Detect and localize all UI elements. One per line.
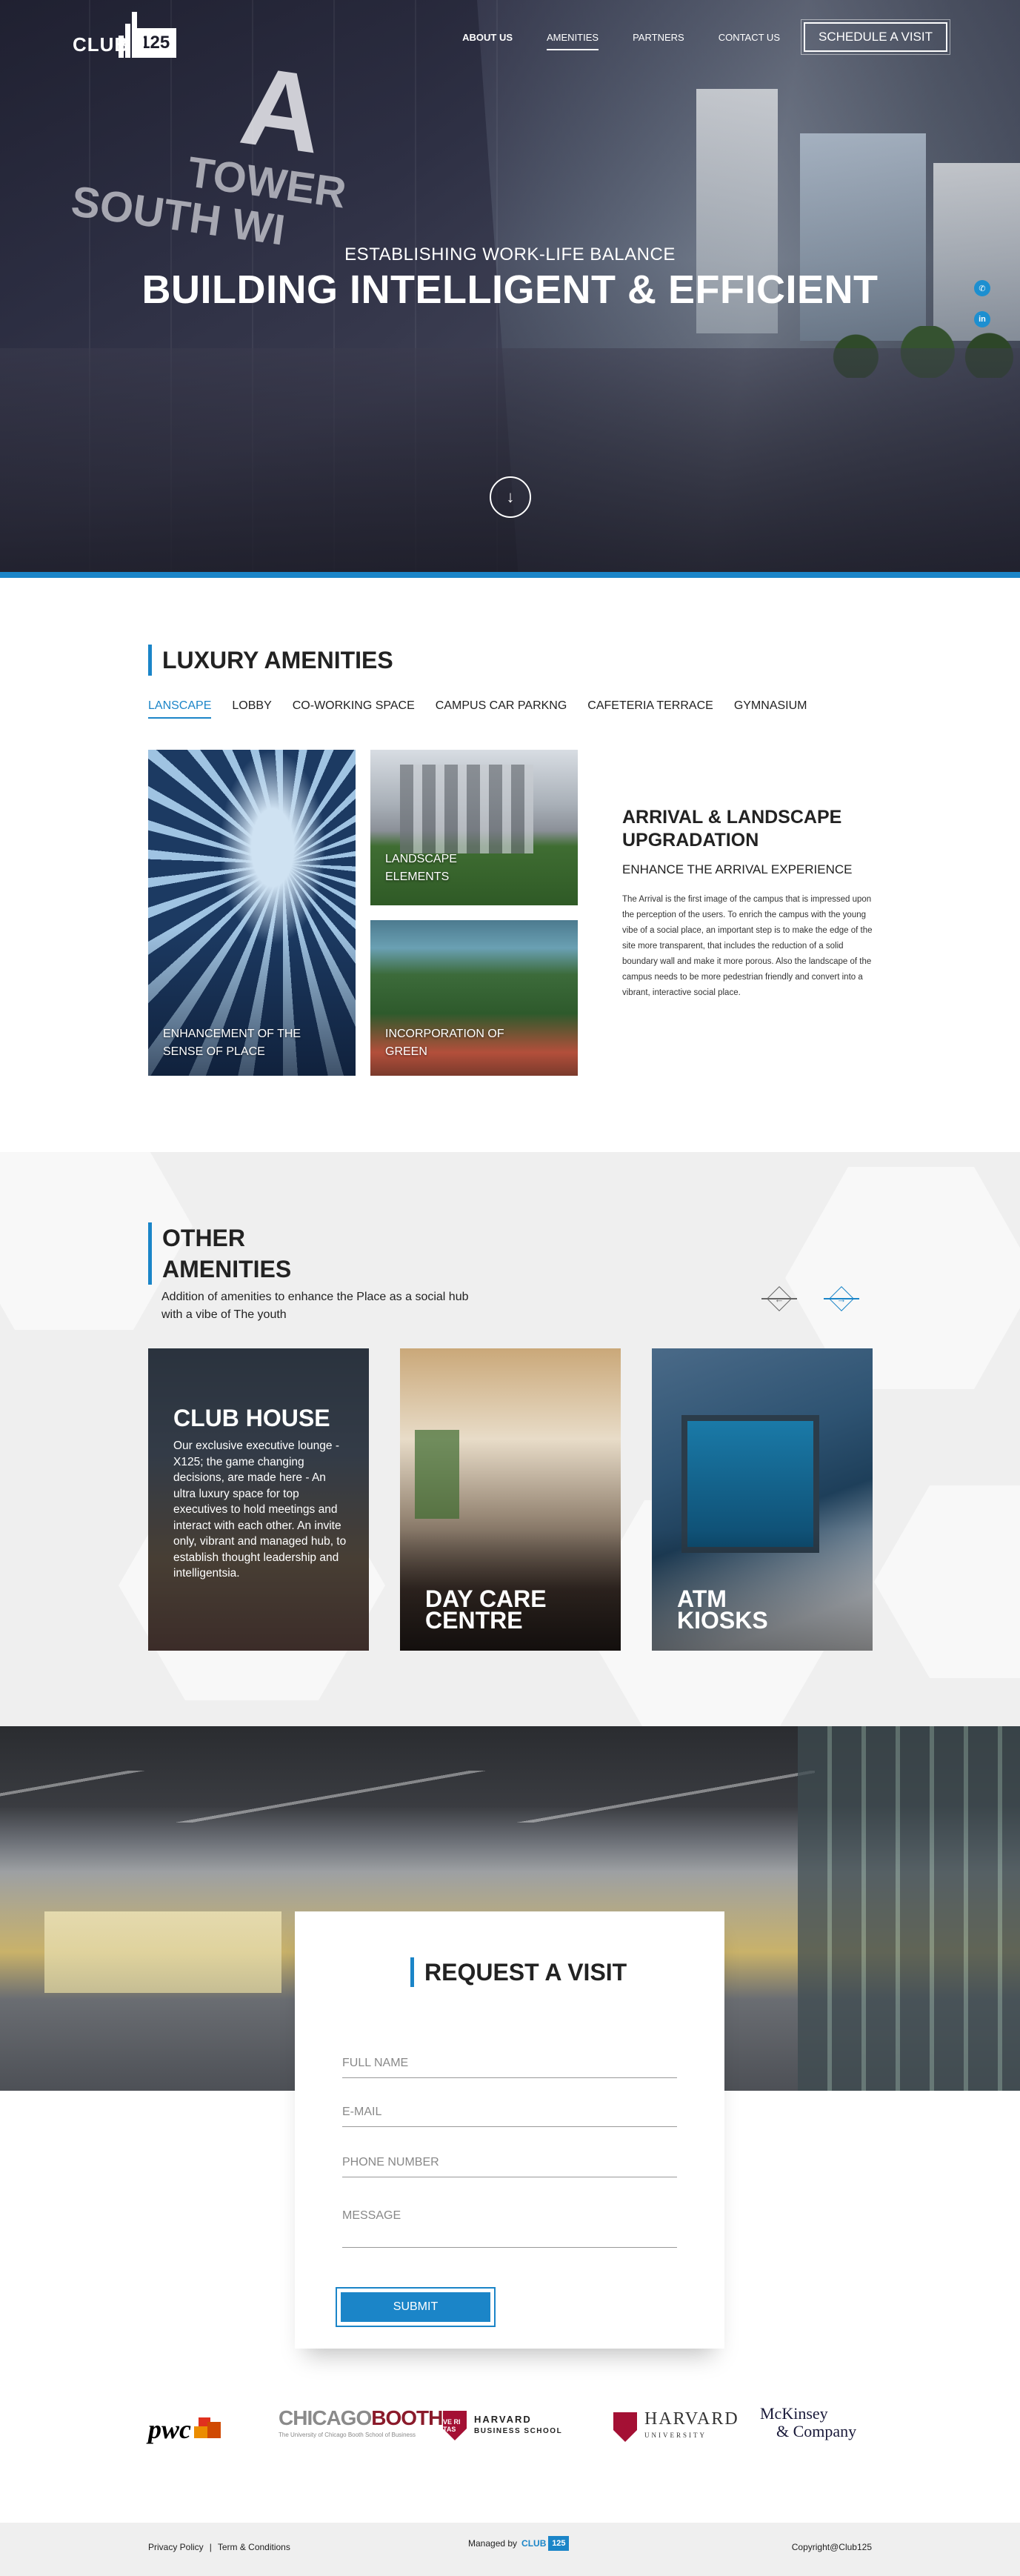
amenity-card-day-care-centre[interactable]: DAY CARE CENTRE	[400, 1348, 621, 1651]
chicago-booth-logo: CHICAGOBOOTH The University of Chicago B…	[279, 2406, 443, 2438]
gallery-card-caption: LANDSCAPE ELEMENTS	[385, 853, 457, 883]
club125-logo[interactable]: CLUB 125	[73, 10, 177, 62]
harvard-university-logo: HARVARD UNIVERSITY	[613, 2410, 739, 2443]
mckinsey-logo: McKinsey & Company	[760, 2404, 857, 2440]
tab-gymnasium[interactable]: GYMNASIUM	[734, 699, 807, 719]
landscape-body: The Arrival is the first image of the ca…	[622, 895, 873, 997]
amenity-card-title: CLUB HOUSE	[173, 1405, 330, 1431]
footer: Privacy Policy | Term & Conditions Managed…	[0, 2523, 1020, 2576]
title-light: LUXURY	[162, 647, 264, 673]
background-hexagon	[874, 1485, 1020, 1678]
plaza-floor	[0, 348, 1020, 578]
gallery-card-sense-of-place[interactable]: ENHANCEMENT OF THE SENSE OF PLACE	[148, 750, 356, 1076]
gallery-card-landscape-elements[interactable]: LANDSCAPE ELEMENTS	[370, 750, 578, 905]
copyright: Copyright@Club125	[791, 2542, 872, 2552]
arrow-left-icon: ←	[774, 1293, 784, 1305]
managed-by: Managed by CLUB 125	[468, 2536, 570, 2551]
hero-subtitle: ESTABLISHING WORK-LIFE BALANCE	[344, 244, 676, 264]
landscape-description: ARRIVAL & LANDSCAPE UPGRADATION ENHANCE …	[622, 806, 874, 1001]
title-light: REQUEST A	[424, 1959, 568, 1986]
carousel-arrows: ← →	[761, 1285, 859, 1312]
request-visit-section: REQUEST A VISIT FULL NAME E-MAIL PHONE N…	[0, 1726, 1020, 2400]
luxury-amenities-title: LUXURY AMENITIES	[148, 645, 1020, 676]
tab-cafeteria-terrace[interactable]: CAFETERIA TERRACE	[587, 699, 713, 719]
amenity-card-title: DAY CARE CENTRE	[425, 1585, 547, 1634]
social-links: ✆ in	[974, 280, 990, 342]
nav-contact-us[interactable]: CONTACT US	[719, 24, 780, 50]
visit-form-title: REQUEST A VISIT	[410, 1957, 627, 1987]
schedule-visit-button[interactable]: SCHEDULE A VISIT	[801, 19, 950, 55]
managed-by-label: Managed by	[468, 2538, 518, 2549]
amenity-card-atm-kiosks[interactable]: ATM KIOSKS	[652, 1348, 873, 1651]
title-bold: VISIT	[567, 1959, 627, 1986]
logo-number: 125	[140, 33, 170, 53]
landscape-heading: ARRIVAL & LANDSCAPE UPGRADATION	[622, 807, 842, 851]
tab-campus-car-parking[interactable]: CAMPUS CAR PARKNG	[436, 699, 567, 719]
amenity-card-title: ATM KIOSKS	[677, 1585, 768, 1634]
harvard-shield-icon: VE RI TAS	[443, 2411, 467, 2440]
chicago-booth-tagline: The University of Chicago Booth School o…	[279, 2432, 416, 2438]
club125-footer-logo[interactable]: CLUB 125	[521, 2536, 570, 2551]
harvard-business-school-logo: VE RI TAS HARVARD BUSINESS SCHOOL	[443, 2411, 562, 2440]
logo-building-bars	[119, 12, 144, 58]
tab-lobby[interactable]: LOBBY	[232, 699, 271, 719]
other-amenities-title: OTHER AMENITIES	[148, 1222, 291, 1285]
partner-logos: pwc CHICAGOBOOTH The University of Chica…	[0, 2400, 1020, 2523]
gallery-card-caption: ENHANCEMENT OF THE SENSE OF PLACE	[163, 1028, 301, 1058]
scroll-down-button[interactable]: ↓	[490, 476, 531, 518]
amenity-card-description: Our exclusive executive lounge - X125; t…	[173, 1440, 347, 1580]
arrow-down-icon: ↓	[506, 487, 515, 506]
visit-form: REQUEST A VISIT FULL NAME E-MAIL PHONE N…	[295, 1911, 724, 2349]
landscape-gallery: ENHANCEMENT OF THE SENSE OF PLACE LANDSC…	[148, 750, 578, 1076]
tab-co-working-space[interactable]: CO-WORKING SPACE	[293, 699, 415, 719]
title-bold: AMENITIES	[162, 1256, 292, 1282]
hero-accent-bar	[0, 572, 1020, 578]
harvard-shield-icon	[613, 2412, 637, 2442]
other-amenities-section: OTHER AMENITIES Addition of amenities to …	[0, 1152, 1020, 1726]
other-amenities-description: Addition of amenities to enhance the Pla…	[161, 1291, 469, 1321]
phone-number-field[interactable]: PHONE NUMBER	[342, 2156, 677, 2177]
gallery-card-caption: INCORPORATION OF GREEN	[385, 1028, 504, 1058]
title-bold: AMENITIES	[264, 647, 393, 673]
hero-section: A TOWER SOUTH WI CLUB 125 ABOUT US AMENI…	[0, 0, 1020, 578]
privacy-policy-link[interactable]: Privacy Policy	[148, 2542, 204, 2552]
gallery-card-incorporation-of-green[interactable]: INCORPORATION OF GREEN	[370, 920, 578, 1076]
carousel-next-button[interactable]: →	[824, 1285, 859, 1312]
footer-links: Privacy Policy | Term & Conditions	[148, 2542, 290, 2552]
nav-links: ABOUT US AMENITIES PARTNERS CONTACT US S…	[428, 19, 950, 55]
full-name-field[interactable]: FULL NAME	[342, 2057, 677, 2078]
terms-link[interactable]: Term & Conditions	[218, 2542, 290, 2552]
landscape-subheading: ENHANCE THE ARRIVAL EXPERIENCE	[622, 862, 853, 876]
nav-partners[interactable]: PARTNERS	[633, 24, 684, 50]
pwc-wordmark: pwc	[148, 2414, 191, 2444]
nav-amenities[interactable]: AMENITIES	[547, 24, 599, 50]
nav-about-us[interactable]: ABOUT US	[462, 24, 513, 50]
amenity-tabs: LANSCAPE LOBBY CO-WORKING SPACE CAMPUS C…	[148, 699, 1020, 719]
submit-button[interactable]: SUBMIT	[336, 2287, 496, 2327]
email-field[interactable]: E-MAIL	[342, 2106, 677, 2127]
hero-title: BUILDING INTELLIGENT & EFFICIENT	[141, 267, 879, 312]
amenity-card-club-house[interactable]: CLUB HOUSE Our exclusive executive loung…	[148, 1348, 369, 1651]
luxury-amenities-section: LUXURY AMENITIES LANSCAPE LOBBY CO-WORKI…	[0, 578, 1020, 1152]
title-light: OTHER	[162, 1225, 245, 1251]
linkedin-icon[interactable]: in	[974, 311, 990, 327]
top-nav: CLUB 125 ABOUT US AMENITIES PARTNERS CON…	[0, 0, 1020, 81]
message-field[interactable]: MESSAGE	[342, 2209, 677, 2248]
hero-text: ESTABLISHING WORK-LIFE BALANCE BUILDING …	[0, 244, 1020, 313]
whatsapp-icon[interactable]: ✆	[974, 280, 990, 296]
arrow-right-icon: →	[836, 1293, 847, 1305]
carousel-prev-button[interactable]: ←	[761, 1285, 797, 1312]
pwc-logo: pwc	[148, 2414, 224, 2445]
tab-lanscape[interactable]: LANSCAPE	[148, 699, 212, 719]
